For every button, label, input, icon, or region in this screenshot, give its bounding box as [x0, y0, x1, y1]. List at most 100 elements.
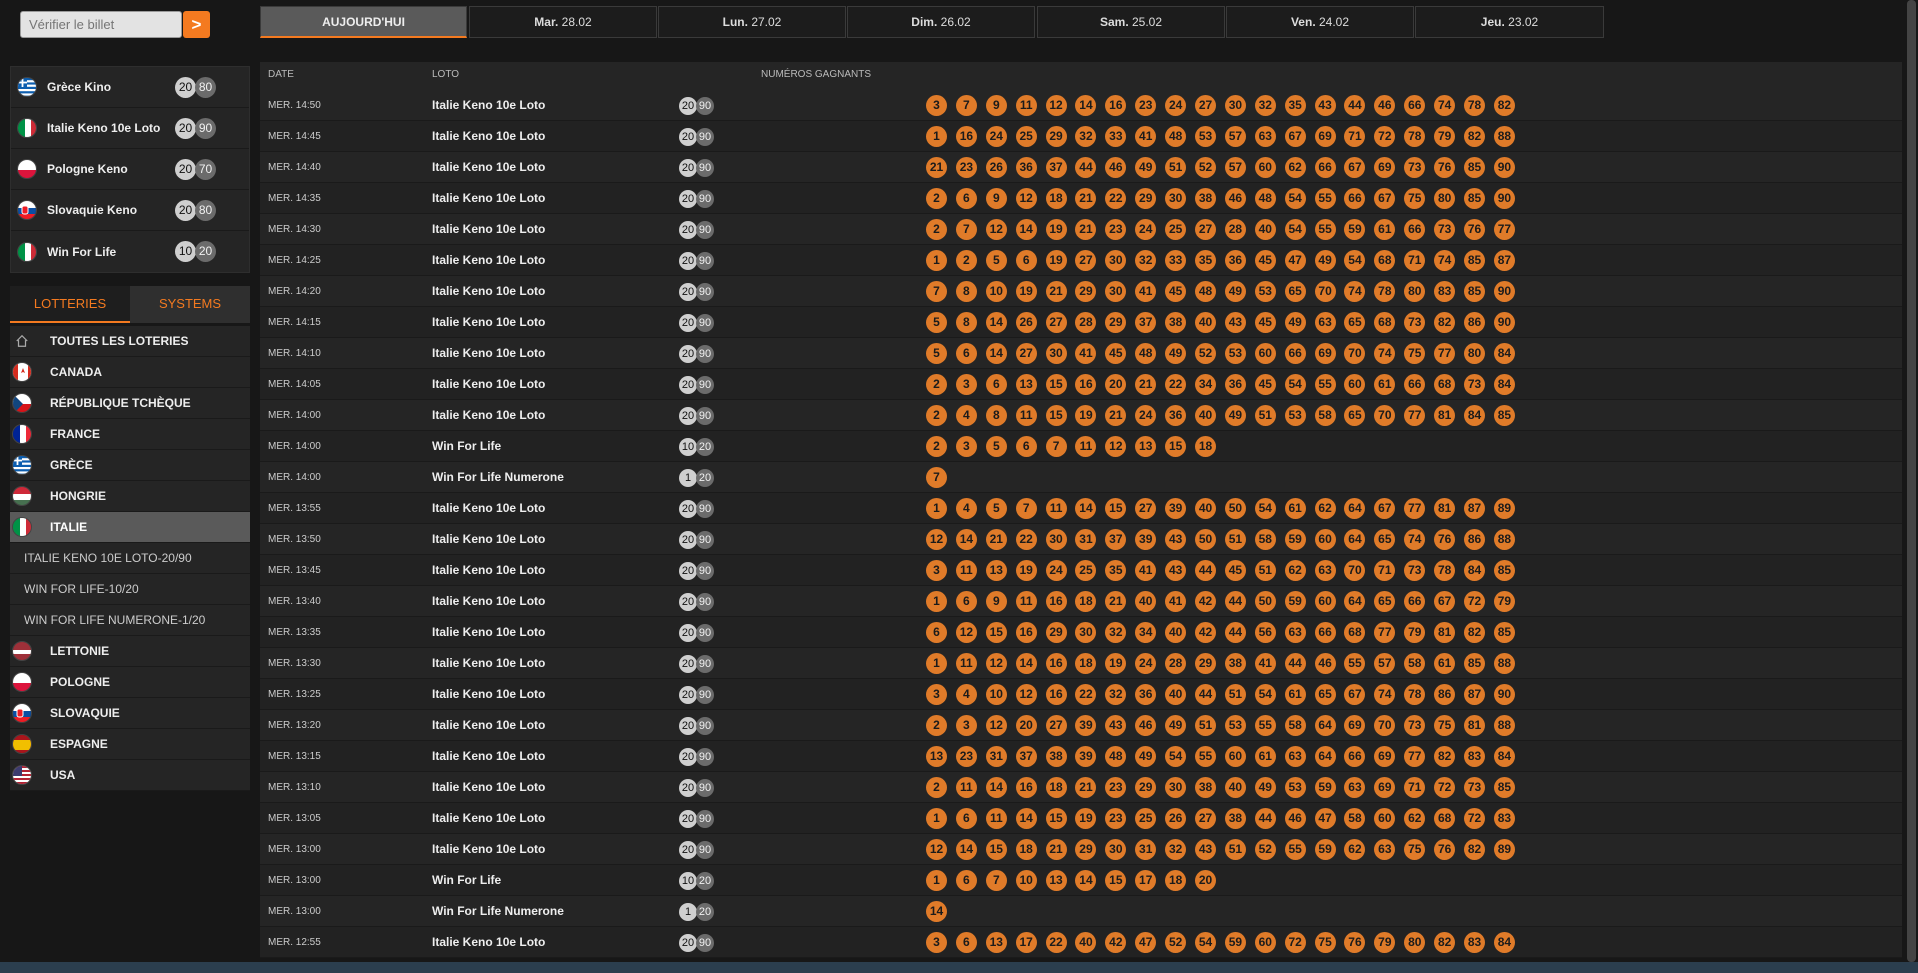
sk-flag-icon — [12, 703, 32, 723]
table-row[interactable]: MER. 14:45 Italie Keno 10e Loto 20 90 1 16 24 2… — [260, 121, 1902, 152]
table-row[interactable]: MER. 13:00 Win For Life Numerone 1 20 14 — [260, 896, 1902, 927]
country-item[interactable]: GRÈCE — [10, 450, 250, 481]
table-row[interactable]: MER. 14:25 Italie Keno 10e Loto 20 90 1 2 5 6 19… — [260, 245, 1902, 276]
country-item[interactable]: LETTONIE — [10, 636, 250, 667]
country-item[interactable]: HONGRIE — [10, 481, 250, 512]
tab-systems[interactable]: SYSTEMS — [130, 286, 250, 323]
scrollbar-thumb[interactable] — [1907, 0, 1916, 962]
number-ball: 41 — [1254, 653, 1276, 674]
table-row[interactable]: MER. 13:25 Italie Keno 10e Loto 20 90 3 4 10 12… — [260, 679, 1902, 710]
featured-lottery-item[interactable]: Win For Life 10 20 — [11, 231, 249, 272]
number-ball: 35 — [1284, 95, 1306, 116]
country-item[interactable]: RÉPUBLIQUE TCHÈQUE — [10, 388, 250, 419]
table-row[interactable]: MER. 13:05 Italie Keno 10e Loto 20 90 1 6 11 14… — [260, 803, 1902, 834]
number-ball: 46 — [1374, 95, 1396, 116]
date-tab[interactable]: Dim. 26.02 — [847, 6, 1035, 38]
number-ball: 14 — [1075, 498, 1097, 519]
date-tab[interactable]: Ven. 24.02 — [1226, 6, 1414, 38]
number-ball: 23 — [955, 157, 977, 178]
number-ball: 51 — [1254, 405, 1276, 426]
country-item[interactable]: ESPAGNE — [10, 729, 250, 760]
country-item[interactable]: TOUTES LES LOTERIES — [10, 326, 250, 357]
table-row[interactable]: MER. 14:15 Italie Keno 10e Loto 20 90 5 8 14 26… — [260, 307, 1902, 338]
draw-time: MER. 14:25 — [268, 255, 321, 266]
featured-lottery-item[interactable]: Italie Keno 10e Loto 20 90 — [11, 108, 249, 149]
date-tab[interactable]: Mar. 28.02 — [469, 6, 657, 38]
table-row[interactable]: MER. 14:05 Italie Keno 10e Loto 20 90 2 3 6 13 1… — [260, 369, 1902, 400]
number-ball: 31 — [985, 746, 1007, 767]
number-ball: 87 — [1464, 684, 1486, 705]
number-ball: 7 — [985, 870, 1007, 891]
number-ball: 84 — [1493, 343, 1515, 364]
table-row[interactable]: MER. 13:30 Italie Keno 10e Loto 20 90 1 11 12 1… — [260, 648, 1902, 679]
number-ball: 89 — [1493, 498, 1515, 519]
table-row[interactable]: MER. 14:40 Italie Keno 10e Loto 20 90 21 23 26… — [260, 152, 1902, 183]
tab-lotteries[interactable]: LOTTERIES — [10, 286, 130, 323]
table-row[interactable]: MER. 13:35 Italie Keno 10e Loto 20 90 6 12 15 1… — [260, 617, 1902, 648]
country-item[interactable]: POLOGNE — [10, 667, 250, 698]
table-row[interactable]: MER. 13:15 Italie Keno 10e Loto 20 90 13 23 31… — [260, 741, 1902, 772]
number-ball: 20 — [1015, 715, 1037, 736]
italy-sublottery-item[interactable]: ITALIE KENO 10E LOTO-20/90 — [10, 543, 250, 574]
number-ball: 48 — [1135, 343, 1157, 364]
winning-numbers: 2 11 14 16 18 21 23 29 30 38 40 49 53 59 63 69 71 72 73 85 — [926, 777, 1524, 798]
lottery-name: Italie Keno 10e Loto — [432, 98, 546, 112]
pool-size-pill: 20 — [696, 872, 714, 890]
draw-count-pill: 10 — [679, 872, 697, 890]
number-ball: 64 — [1344, 591, 1366, 612]
country-item[interactable]: FRANCE — [10, 419, 250, 450]
table-row[interactable]: MER. 14:00 Win For Life 10 20 2 3 5 6 7 11 12 13 15 1… — [260, 431, 1902, 462]
table-row[interactable]: MER. 14:30 Italie Keno 10e Loto 20 90 2 7 12 14… — [260, 214, 1902, 245]
table-row[interactable]: MER. 13:00 Italie Keno 10e Loto 20 90 12 14 15… — [260, 834, 1902, 865]
table-row[interactable]: MER. 12:55 Italie Keno 10e Loto 20 90 3 6 13 17… — [260, 927, 1902, 958]
number-ball: 59 — [1314, 839, 1336, 860]
country-item[interactable]: CANADA — [10, 357, 250, 388]
table-row[interactable]: MER. 13:10 Italie Keno 10e Loto 20 90 2 11 14 1… — [260, 772, 1902, 803]
number-ball: 3 — [955, 715, 977, 736]
draw-time: MER. 14:50 — [268, 100, 321, 111]
number-ball: 33 — [1105, 126, 1127, 147]
number-ball: 43 — [1314, 95, 1336, 116]
table-row[interactable]: MER. 13:50 Italie Keno 10e Loto 20 90 12 14 21… — [260, 524, 1902, 555]
date-tab[interactable]: Lun. 27.02 — [658, 6, 846, 38]
table-row[interactable]: MER. 13:00 Win For Life 10 20 1 6 7 10 13 14 15 17 1… — [260, 865, 1902, 896]
country-item[interactable]: SLOVAQUIE — [10, 698, 250, 729]
table-row[interactable]: MER. 14:20 Italie Keno 10e Loto 20 90 7 8 10 19… — [260, 276, 1902, 307]
date-tab[interactable]: Jeu. 23.02 — [1415, 6, 1604, 38]
table-row[interactable]: MER. 14:00 Win For Life Numerone 1 20 7 — [260, 462, 1902, 493]
country-item[interactable]: ITALIE — [10, 512, 250, 543]
table-row[interactable]: MER. 14:00 Italie Keno 10e Loto 20 90 2 4 8 11 1… — [260, 400, 1902, 431]
number-ball: 11 — [1045, 498, 1067, 519]
italy-sublottery-item[interactable]: WIN FOR LIFE NUMERONE-1/20 — [10, 605, 250, 636]
featured-lottery-item[interactable]: Pologne Keno 20 70 — [11, 149, 249, 190]
number-ball: 84 — [1493, 932, 1515, 953]
number-ball: 51 — [1195, 715, 1217, 736]
table-row[interactable]: MER. 13:55 Italie Keno 10e Loto 20 90 1 4 5 7 11… — [260, 493, 1902, 524]
number-ball: 77 — [1404, 746, 1426, 767]
date-tab[interactable]: Sam. 25.02 — [1037, 6, 1225, 38]
draw-format-badge: 20 90 — [679, 934, 714, 952]
number-ball: 63 — [1344, 777, 1366, 798]
draw-format-badge: 20 90 — [175, 118, 216, 139]
table-row[interactable]: MER. 13:40 Italie Keno 10e Loto 20 90 1 6 9 11 1… — [260, 586, 1902, 617]
table-row[interactable]: MER. 14:10 Italie Keno 10e Loto 20 90 5 6 14 27… — [260, 338, 1902, 369]
number-ball: 15 — [985, 839, 1007, 860]
page-scrollbar[interactable] — [1905, 0, 1918, 962]
date-tab-day: Lun. — [722, 15, 748, 29]
table-row[interactable]: MER. 13:45 Italie Keno 10e Loto 20 90 3 11 13 1… — [260, 555, 1902, 586]
featured-lottery-item[interactable]: Slovaquie Keno 20 80 — [11, 190, 249, 231]
table-row[interactable]: MER. 13:20 Italie Keno 10e Loto 20 90 2 3 12 20… — [260, 710, 1902, 741]
featured-lottery-item[interactable]: Grèce Kino 20 80 — [11, 67, 249, 108]
table-row[interactable]: MER. 14:35 Italie Keno 10e Loto 20 90 2 6 9 12 1… — [260, 183, 1902, 214]
italy-sublottery-item[interactable]: WIN FOR LIFE-10/20 — [10, 574, 250, 605]
tab-today[interactable]: AUJOURD'HUI — [260, 6, 467, 38]
lottery-name: Italie Keno 10e Loto — [432, 408, 546, 422]
number-ball: 32 — [1105, 622, 1127, 643]
ticket-check-input[interactable] — [20, 11, 182, 38]
date-tabs: AUJOURD'HUI Mar. 28.02 Lun. 27.02 Dim. 26.0… — [260, 6, 1902, 38]
country-item[interactable]: USA — [10, 760, 250, 791]
number-ball: 6 — [985, 374, 1007, 395]
sk-flag-icon — [17, 200, 37, 220]
ticket-check-button[interactable]: > — [183, 11, 210, 38]
table-row[interactable]: MER. 14:50 Italie Keno 10e Loto 20 90 3 7 9 11 1… — [260, 90, 1902, 121]
